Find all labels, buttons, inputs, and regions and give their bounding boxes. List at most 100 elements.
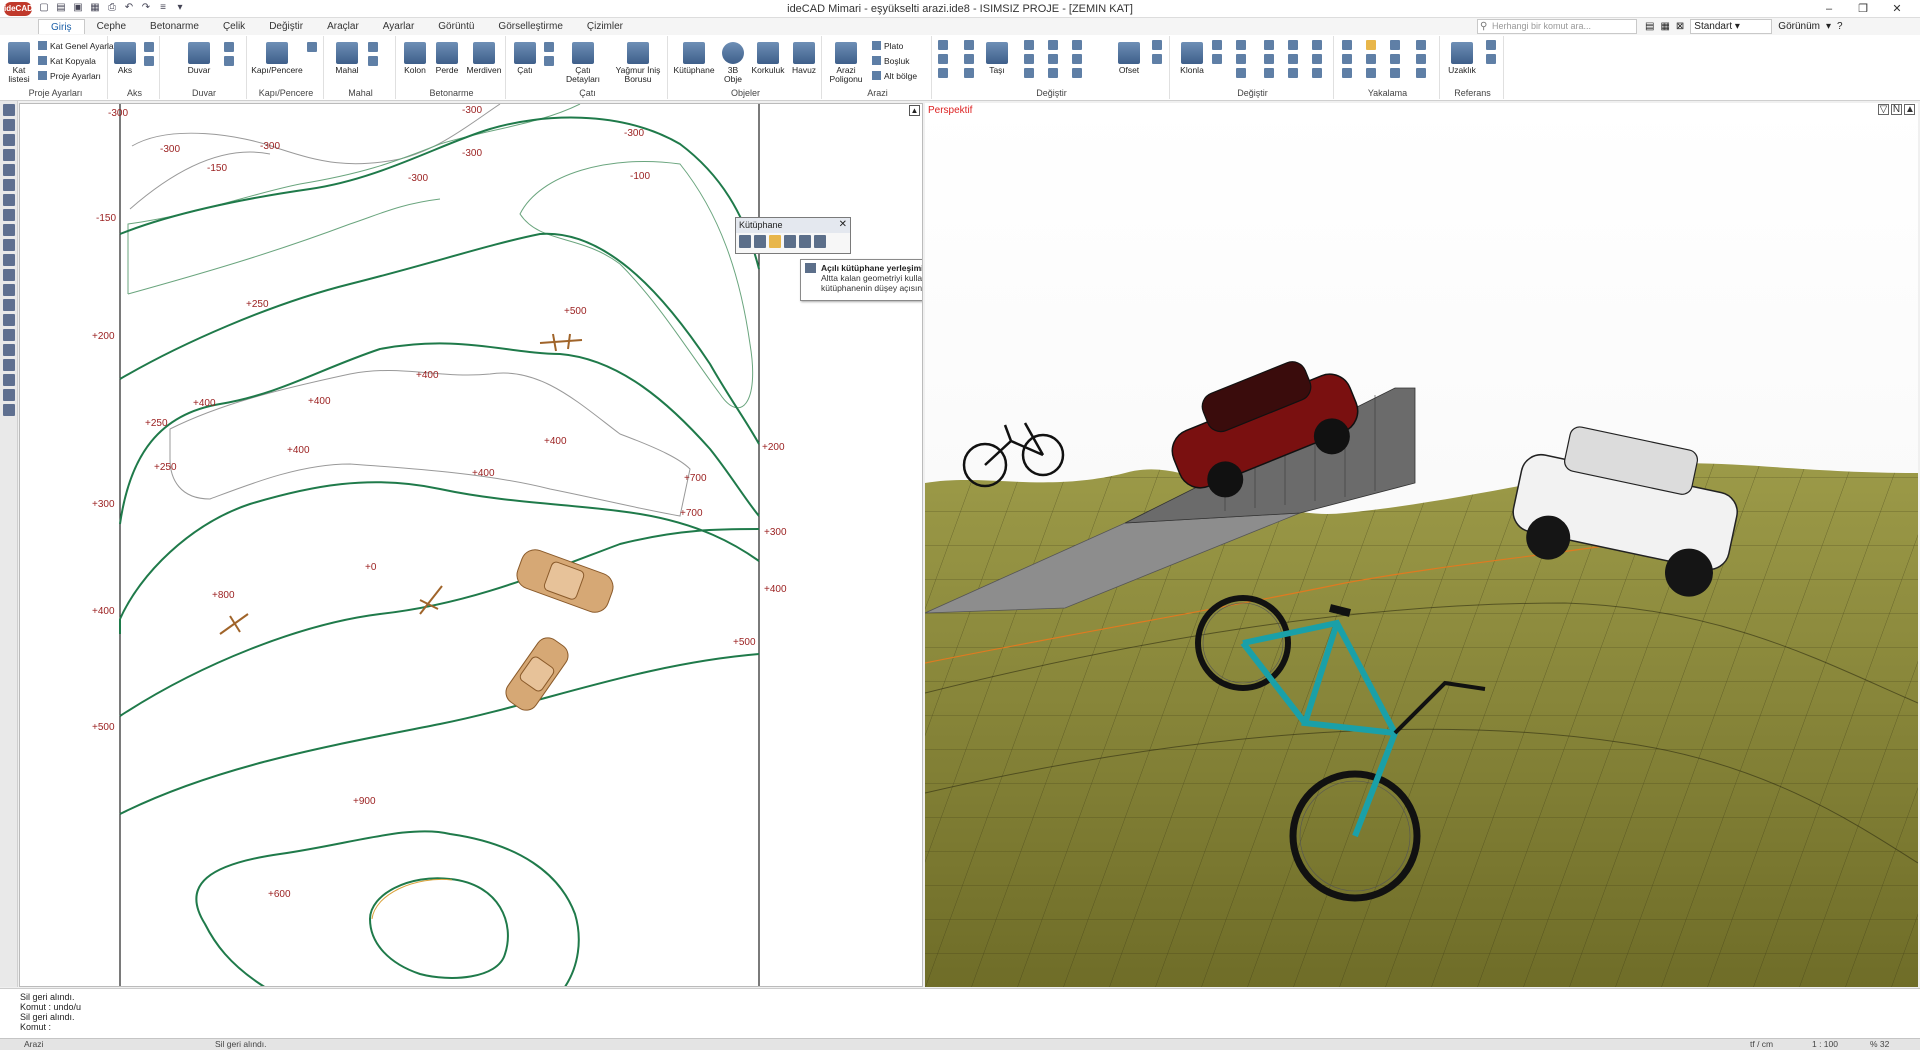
snap-center-icon[interactable] xyxy=(1342,68,1352,78)
view-menu[interactable]: Görünüm xyxy=(1778,21,1820,32)
customize-icon[interactable]: ▾ xyxy=(174,1,186,15)
tool-icon[interactable] xyxy=(1212,40,1222,50)
tab-ayarlar[interactable]: Ayarlar xyxy=(371,19,427,34)
layer-tool-icon[interactable] xyxy=(3,389,15,401)
tool-icon[interactable] xyxy=(1312,68,1322,78)
tool-icon[interactable] xyxy=(1264,54,1274,64)
layer-tool-icon[interactable] xyxy=(3,344,15,356)
tool-icon[interactable] xyxy=(1264,40,1274,50)
tab-gorsellestirme[interactable]: Görselleştirme xyxy=(486,19,574,34)
snap-parallel-icon[interactable] xyxy=(1390,54,1400,64)
layer-tool-icon[interactable] xyxy=(3,149,15,161)
tool-icon[interactable] xyxy=(1288,68,1298,78)
layer-tool-icon[interactable] xyxy=(3,164,15,176)
snap-endpoint-icon[interactable] xyxy=(1342,40,1352,50)
uzaklik-button[interactable]: Uzaklık xyxy=(1444,42,1480,75)
roof-tool-icon[interactable] xyxy=(544,42,554,52)
layer-tool-icon[interactable] xyxy=(3,119,15,131)
grid-icon[interactable]: ▦ xyxy=(1660,21,1669,32)
align-icon[interactable] xyxy=(1152,54,1162,64)
library-array-icon[interactable] xyxy=(754,235,766,248)
layer-tool-icon[interactable] xyxy=(3,254,15,266)
kat-kopyala-button[interactable]: Kat Kopyala xyxy=(38,55,96,67)
kat-listesi-button[interactable]: Kat listesi xyxy=(6,42,32,84)
tab-cephe[interactable]: Cephe xyxy=(85,19,138,34)
snap-nearest-icon[interactable] xyxy=(1390,40,1400,50)
extend-icon[interactable] xyxy=(1048,54,1058,64)
check-icon[interactable] xyxy=(799,235,811,248)
edit-tool-icon[interactable] xyxy=(964,68,974,78)
layer-tool-icon[interactable] xyxy=(3,404,15,416)
library-insert-icon[interactable] xyxy=(739,235,751,248)
status-units[interactable]: tf / cm xyxy=(1750,1039,1773,1050)
mahal-button[interactable]: Mahal xyxy=(332,42,362,75)
layer-tool-icon[interactable] xyxy=(3,224,15,236)
tool-icon[interactable] xyxy=(1288,54,1298,64)
kolon-button[interactable]: Kolon xyxy=(400,42,430,75)
axis-tool-icon[interactable] xyxy=(144,56,154,66)
cati-button[interactable]: Çatı xyxy=(510,42,540,75)
mirror-icon[interactable] xyxy=(1024,54,1034,64)
klonla-button[interactable]: Klonla xyxy=(1176,42,1208,75)
snap-grid-icon[interactable] xyxy=(1416,68,1426,78)
properties-icon[interactable]: ≡ xyxy=(157,1,169,15)
array-icon[interactable] xyxy=(1048,68,1058,78)
arazi-poligonu-button[interactable]: Arazi Poligonu xyxy=(826,42,866,84)
aks-button[interactable]: Aks xyxy=(112,42,138,75)
snap-tangent-icon[interactable] xyxy=(1416,54,1426,64)
tool-icon[interactable] xyxy=(1236,54,1246,64)
proje-ayarlari-button[interactable]: Proje Ayarları xyxy=(38,70,101,82)
rotate-icon[interactable] xyxy=(1024,40,1034,50)
close-icon[interactable]: ✕ xyxy=(1880,0,1914,18)
tool-icon[interactable] xyxy=(1312,40,1322,50)
tool-icon[interactable] xyxy=(1312,54,1322,64)
reference-icon[interactable] xyxy=(1486,54,1496,64)
maximize-view-icon[interactable]: ▲ xyxy=(909,105,920,116)
text-tool-icon[interactable] xyxy=(938,40,948,50)
command-search-input[interactable]: ⚲ Herhangi bir komut ara... xyxy=(1477,19,1637,34)
snap-perpendicular-icon[interactable] xyxy=(1366,54,1376,64)
plato-button[interactable]: Plato xyxy=(872,40,903,52)
tool-icon[interactable] xyxy=(1236,40,1246,50)
layer-icon[interactable]: ▤ xyxy=(1645,21,1654,32)
select-tool-icon[interactable] xyxy=(3,104,15,116)
close-x-icon[interactable]: ⊠ xyxy=(1676,21,1684,32)
minimize-icon[interactable]: – xyxy=(1812,0,1846,18)
room-tool-icon[interactable] xyxy=(368,42,378,52)
align-icon[interactable] xyxy=(1152,40,1162,50)
korkuluk-button[interactable]: Korkuluk xyxy=(750,42,786,75)
status-scale[interactable]: 1 : 100 xyxy=(1812,1039,1838,1050)
snap-active-icon[interactable] xyxy=(1366,40,1376,50)
layer-tool-icon[interactable] xyxy=(3,359,15,371)
style-select[interactable]: Standart ▾ xyxy=(1690,19,1773,34)
reference-icon[interactable] xyxy=(1486,40,1496,50)
new-file-icon[interactable]: ▢ xyxy=(38,1,50,15)
snap-ortho-icon[interactable] xyxy=(1390,68,1400,78)
library-settings-icon[interactable] xyxy=(784,235,796,248)
layer-tool-icon[interactable] xyxy=(3,209,15,221)
trim-icon[interactable] xyxy=(1048,40,1058,50)
layer-tool-icon[interactable] xyxy=(3,269,15,281)
tool-icon[interactable] xyxy=(1212,54,1222,64)
edit-tool-icon[interactable] xyxy=(964,54,974,64)
layer-tool-icon[interactable] xyxy=(3,284,15,296)
snap-intersection-icon[interactable] xyxy=(1366,68,1376,78)
close-icon[interactable]: ✕ xyxy=(839,219,847,230)
save-icon[interactable]: ▣ xyxy=(72,1,84,15)
edit-tool-icon[interactable] xyxy=(964,40,974,50)
kat-genel-ayarlari-button[interactable]: Kat Genel Ayarları xyxy=(38,40,119,52)
redo-icon[interactable]: ↷ xyxy=(140,1,152,15)
window-tool-icon[interactable] xyxy=(307,42,317,52)
fillet-icon[interactable] xyxy=(1072,54,1082,64)
library-angled-placement-icon[interactable] xyxy=(769,235,781,248)
tab-degistir[interactable]: Değiştir xyxy=(257,19,315,34)
roof-tool-icon[interactable] xyxy=(544,56,554,66)
status-zoom[interactable]: % 32 xyxy=(1870,1039,1889,1050)
erase-tool-icon[interactable] xyxy=(938,54,948,64)
wall-tool-icon[interactable] xyxy=(224,42,234,52)
tool-icon[interactable] xyxy=(1236,68,1246,78)
perspective-view[interactable]: Perspektif ▽ N ▲ xyxy=(925,103,1918,987)
wall-tool-icon[interactable] xyxy=(224,56,234,66)
kutuphane-button[interactable]: Kütüphane xyxy=(672,42,716,75)
tool-icon[interactable] xyxy=(1264,68,1274,78)
